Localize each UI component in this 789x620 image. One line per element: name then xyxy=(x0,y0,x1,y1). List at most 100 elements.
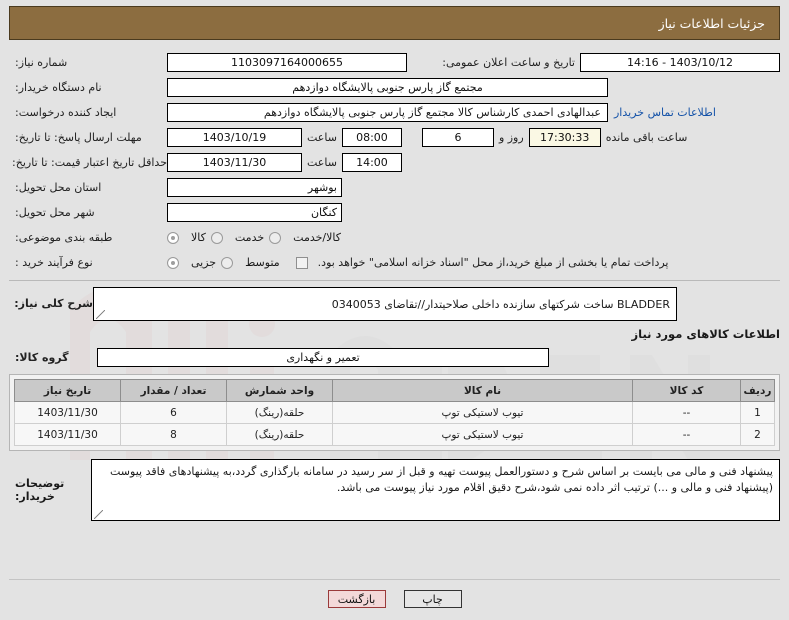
table-row[interactable]: 1 -- تیوب لاستیکی توپ حلقه(رینگ) 6 1403/… xyxy=(14,401,775,424)
price-validity-time-value: 14:00 xyxy=(356,156,388,169)
cell-name: تیوب لاستیکی توپ xyxy=(332,423,633,446)
row-buyer-notes: پیشنهاد فنی و مالی می بایست بر اساس شرح … xyxy=(9,459,780,521)
cell-unit: حلقه(رینگ) xyxy=(226,401,333,424)
items-table-header-row: ردیف کد کالا نام کالا واحد شمارش تعداد /… xyxy=(14,379,775,402)
row-goods-group: تعمیر و نگهداری گروه کالا: xyxy=(9,347,780,368)
price-validity-date-field[interactable]: 1403/11/30 xyxy=(167,153,302,172)
need-number-label: شماره نیاز: xyxy=(15,56,68,69)
button-bar: چاپ بازگشت xyxy=(0,590,789,608)
items-table: ردیف کد کالا نام کالا واحد شمارش تعداد /… xyxy=(14,379,775,446)
buyer-contact-link[interactable]: اطلاعات تماس خریدار xyxy=(614,106,716,119)
general-desc-field[interactable]: BLADDER ساخت شرکتهای سازنده داخلی صلاحیت… xyxy=(93,287,677,321)
col-row: ردیف xyxy=(740,379,775,402)
process-option-0-label: جزیی xyxy=(191,256,217,269)
divider-2 xyxy=(9,579,780,580)
col-unit: واحد شمارش xyxy=(226,379,333,402)
price-validity-label: حداقل تاریخ اعتبار قیمت: تا تاریخ: xyxy=(12,155,167,169)
page-header: جزئیات اطلاعات نیاز xyxy=(9,6,780,40)
table-row[interactable]: 2 -- تیوب لاستیکی توپ حلقه(رینگ) 8 1403/… xyxy=(14,423,775,446)
buyer-notes-field[interactable]: پیشنهاد فنی و مالی می بایست بر اساس شرح … xyxy=(91,459,780,521)
need-number-value: 1103097164000655 xyxy=(231,56,343,69)
response-hour-label: ساعت xyxy=(307,131,337,144)
city-label: شهر محل تحویل: xyxy=(15,206,95,219)
back-button[interactable]: بازگشت xyxy=(327,590,386,608)
cell-row: 2 xyxy=(740,423,775,446)
cell-name: تیوب لاستیکی توپ xyxy=(332,401,633,424)
col-qty: تعداد / مقدار xyxy=(120,379,227,402)
page-title: جزئیات اطلاعات نیاز xyxy=(658,15,765,31)
row-need-number: 1403/10/12 - 14:16 تاریخ و ساعت اعلان عم… xyxy=(9,52,780,73)
row-price-validity: 14:00 ساعت 1403/11/30 حداقل تاریخ اعتبار… xyxy=(9,152,780,173)
category-label: طبقه بندی موضوعی: xyxy=(15,231,113,244)
response-deadline-time-field[interactable]: 08:00 xyxy=(341,128,402,147)
cell-qty: 8 xyxy=(120,423,227,446)
need-details-form: 1403/10/12 - 14:16 تاریخ و ساعت اعلان عم… xyxy=(9,52,780,521)
cell-unit: حلقه(رینگ) xyxy=(226,423,333,446)
goods-group-value: تعمیر و نگهداری xyxy=(286,351,360,364)
process-radio-medium[interactable] xyxy=(221,256,234,269)
cell-qty: 6 xyxy=(120,401,227,424)
items-table-container: ردیف کد کالا نام کالا واحد شمارش تعداد /… xyxy=(9,374,780,451)
response-deadline-date-field[interactable]: 1403/10/19 xyxy=(167,128,302,147)
col-date: تاریخ نیاز xyxy=(14,379,121,402)
cell-date: 1403/11/30 xyxy=(14,401,121,424)
resize-handle-icon[interactable] xyxy=(94,510,103,519)
need-number-field[interactable]: 1103097164000655 xyxy=(167,53,407,72)
treasury-checkbox-text: پرداخت تمام یا بخشی از مبلغ خرید،از محل … xyxy=(317,256,669,269)
row-category: کالا/خدمت خدمت کالا طبقه بندی موضوعی: xyxy=(9,227,780,248)
requester-label: ایجاد کننده درخواست: xyxy=(15,106,117,119)
row-requester: اطلاعات تماس خریدار عبدالهادی احمدی کارش… xyxy=(9,102,780,123)
resize-handle-icon[interactable] xyxy=(96,310,105,319)
process-option-1-label: متوسط xyxy=(245,256,280,269)
category-option-2-label: کالا/خدمت xyxy=(293,231,341,244)
treasury-checkbox[interactable] xyxy=(295,256,308,269)
days-remaining-field: 6 xyxy=(421,128,494,147)
category-radio-goods[interactable] xyxy=(167,231,179,244)
general-desc-label: شرح کلی نیاز: xyxy=(14,297,93,310)
category-option-0-label: کالا xyxy=(191,231,206,244)
divider-1 xyxy=(9,280,780,281)
goods-group-field[interactable]: تعمیر و نگهداری xyxy=(97,348,549,367)
requester-value: عبدالهادی احمدی کارشناس کالا مجتمع گاز پ… xyxy=(263,106,601,119)
cell-code: -- xyxy=(632,423,741,446)
general-desc-value: BLADDER ساخت شرکتهای سازنده داخلی صلاحیت… xyxy=(331,297,670,311)
announce-datetime-field[interactable]: 1403/10/12 - 14:16 xyxy=(580,53,780,72)
category-radio-service[interactable] xyxy=(210,231,223,244)
price-validity-time-field[interactable]: 14:00 xyxy=(341,153,402,172)
page-root: جزئیات اطلاعات نیاز 1403/10/12 - 14:16 ت… xyxy=(0,0,789,620)
buyer-org-field[interactable]: مجتمع گاز پارس جنوبی پالایشگاه دوازدهم xyxy=(167,78,608,97)
cell-date: 1403/11/30 xyxy=(14,423,121,446)
process-radio-minor[interactable] xyxy=(167,256,179,269)
print-button[interactable]: چاپ xyxy=(403,590,462,608)
row-city: کنگان شهر محل تحویل: xyxy=(9,202,780,223)
cell-code: -- xyxy=(632,401,741,424)
announce-datetime-label: تاریخ و ساعت اعلان عمومی: xyxy=(442,56,575,69)
price-validity-date-value: 1403/11/30 xyxy=(202,156,267,169)
cell-row: 1 xyxy=(740,401,775,424)
price-validity-hour-label: ساعت xyxy=(307,156,337,169)
province-label: استان محل تحویل: xyxy=(15,181,102,194)
row-response-deadline: ساعت باقی مانده 17:30:33 روز و 6 08:00 س… xyxy=(9,127,780,148)
row-general-desc: BLADDER ساخت شرکتهای سازنده داخلی صلاحیت… xyxy=(9,287,780,321)
province-value: بوشهر xyxy=(307,181,337,194)
goods-group-label: گروه کالا: xyxy=(15,351,69,364)
city-field[interactable]: کنگان xyxy=(167,203,342,222)
announce-datetime-value: 1403/10/12 - 14:16 xyxy=(626,56,734,69)
days-remaining-label: روز و xyxy=(498,131,524,144)
requester-field[interactable]: عبدالهادی احمدی کارشناس کالا مجتمع گاز پ… xyxy=(167,103,608,122)
row-process: پرداخت تمام یا بخشی از مبلغ خرید،از محل … xyxy=(9,252,780,273)
buyer-notes-value: پیشنهاد فنی و مالی می بایست بر اساس شرح … xyxy=(110,465,773,494)
row-buyer-org: مجتمع گاز پارس جنوبی پالایشگاه دوازدهم ن… xyxy=(9,77,780,98)
time-remaining-field: 17:30:33 xyxy=(528,128,601,147)
category-option-1-label: خدمت xyxy=(234,231,265,244)
buyer-org-label: نام دستگاه خریدار: xyxy=(15,81,102,94)
col-name: نام کالا xyxy=(332,379,633,402)
response-deadline-time-value: 08:00 xyxy=(356,131,388,144)
process-label: نوع فرآیند خرید : xyxy=(15,256,93,269)
col-code: کد کالا xyxy=(632,379,741,402)
city-value: کنگان xyxy=(310,206,337,219)
buyer-org-value: مجتمع گاز پارس جنوبی پالایشگاه دوازدهم xyxy=(292,81,483,94)
days-remaining-value: 6 xyxy=(454,131,462,144)
province-field[interactable]: بوشهر xyxy=(167,178,342,197)
category-radio-goods-services[interactable] xyxy=(269,231,282,244)
